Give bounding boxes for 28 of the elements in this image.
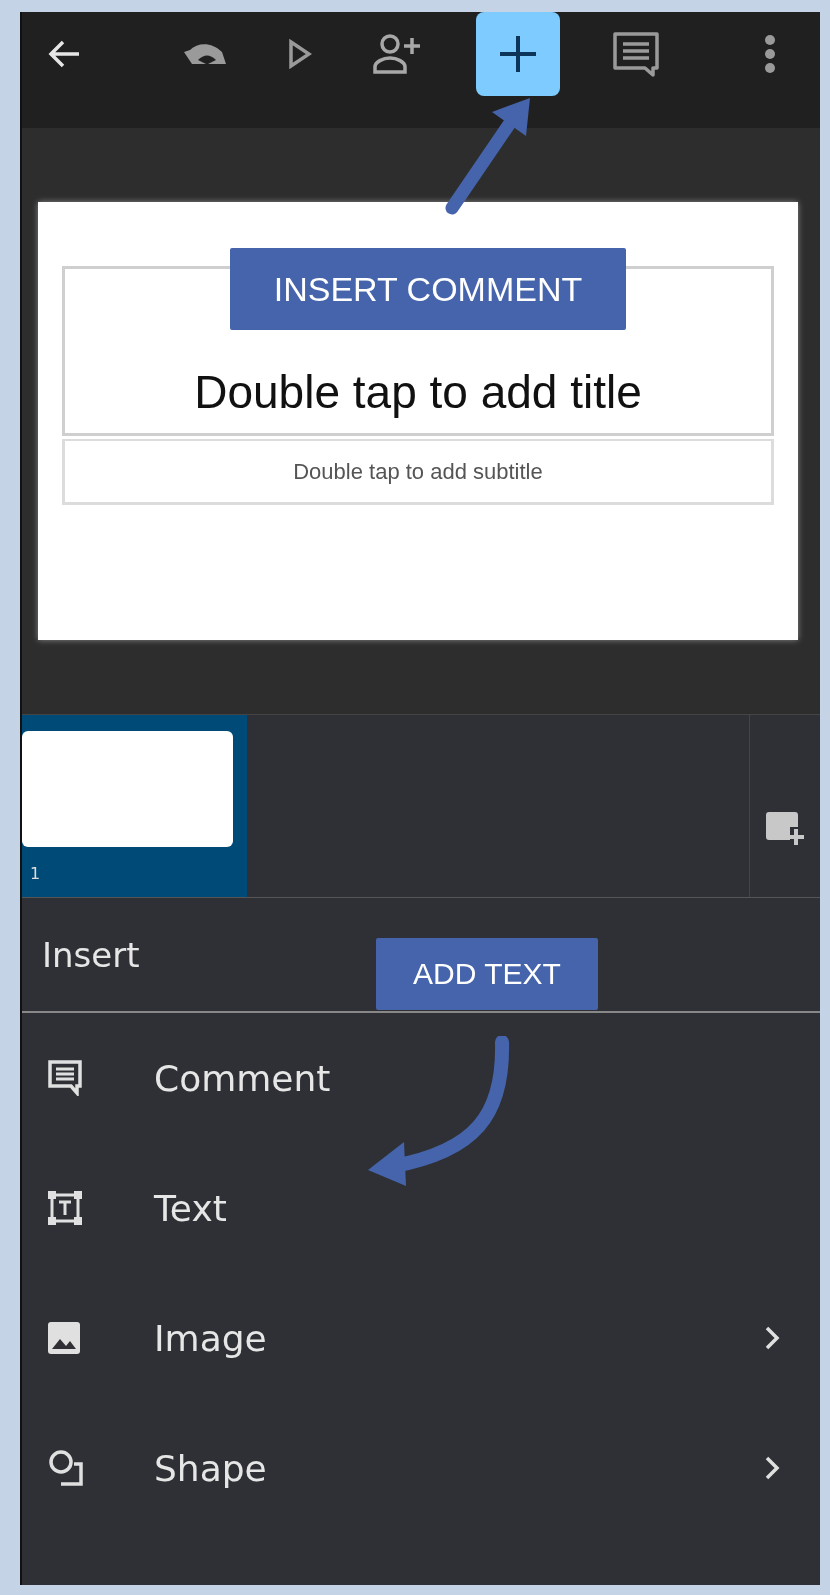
plus-icon (498, 34, 538, 74)
chevron-right-icon (764, 1325, 780, 1351)
menu-item[interactable]: Shape (22, 1403, 820, 1533)
menu-item-label: Text (154, 1187, 228, 1229)
menu-item[interactable]: Image (22, 1273, 820, 1403)
annotation-label: INSERT COMMENT (230, 248, 626, 330)
comment-icon (612, 31, 660, 77)
menu-item[interactable]: Text (22, 1143, 820, 1273)
new-slide-icon[interactable] (765, 810, 805, 846)
chevron-right-icon (764, 1455, 780, 1481)
menu-item[interactable]: Comment (22, 1013, 820, 1143)
image-icon (48, 1322, 80, 1354)
insert-button[interactable] (476, 12, 560, 96)
panel-title: Insert (42, 934, 140, 975)
annotation-label: ADD TEXT (376, 938, 598, 1010)
slide-thumbnail[interactable]: 1 (22, 715, 247, 897)
menu-item-label: Shape (154, 1447, 268, 1489)
more-icon (763, 34, 777, 74)
text-box-icon (48, 1191, 82, 1225)
menu-item-label: Comment (154, 1057, 332, 1099)
play-icon (288, 39, 312, 69)
comment-icon (48, 1060, 82, 1096)
slide-number: 1 (30, 864, 41, 883)
back-arrow-icon (47, 39, 81, 69)
menu-item-label: Image (154, 1317, 268, 1359)
curved-arrow-icon (182, 42, 228, 66)
subtitle-placeholder[interactable]: Double tap to add subtitle (62, 439, 774, 505)
shape-icon (48, 1449, 84, 1487)
